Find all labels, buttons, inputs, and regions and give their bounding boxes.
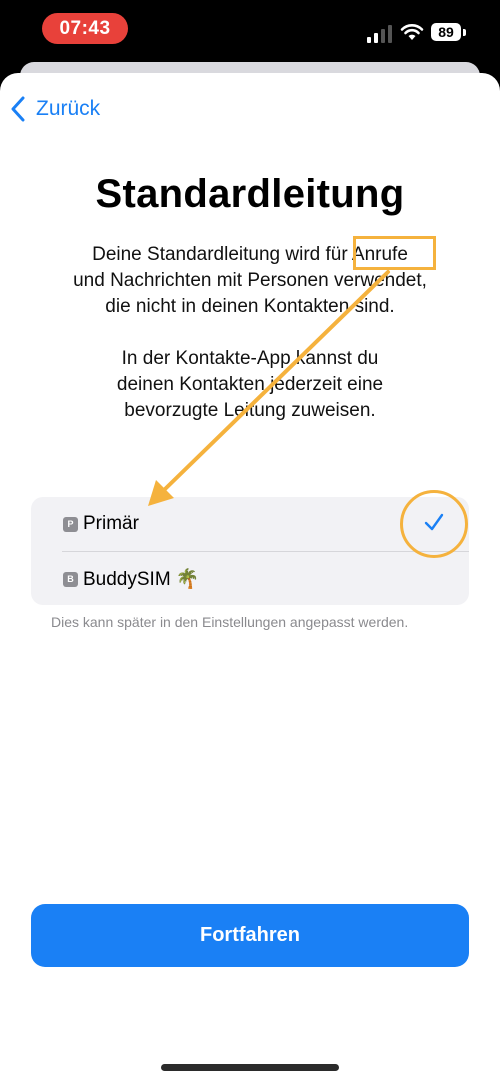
annotation-highlight-circle [400, 490, 468, 558]
footnote-text: Dies kann später in den Einstellungen an… [51, 614, 409, 630]
chevron-left-icon [11, 96, 25, 122]
back-button-label: Zurück [36, 97, 101, 120]
sim-badge-icon: P [63, 516, 78, 532]
line-option-label: BuddySIM 🌴 [83, 569, 200, 590]
description-line: In der Kontakte-App kannst du [121, 348, 379, 369]
line-option-label: Primär [83, 513, 139, 534]
annotation-highlight-box [353, 236, 436, 270]
description-line: bevorzugte Leitung zuweisen. [124, 400, 376, 421]
home-indicator [161, 1064, 339, 1071]
continue-button[interactable]: Fortfahren [31, 904, 469, 967]
wifi-icon [400, 24, 424, 40]
status-bar: 07:43 89 [0, 0, 500, 62]
back-button[interactable]: Zurück [10, 96, 100, 122]
description-paragraph-2: In der Kontakte-App kannst du deinen Kon… [0, 346, 500, 424]
description-line: und Nachrichten mit Personen verwendet, [73, 270, 427, 291]
description-line: deinen Kontakten jederzeit eine [116, 374, 384, 395]
battery-indicator: 89 [431, 23, 461, 41]
page-title: Standardleitung [95, 172, 405, 216]
description-line: die nicht in deinen Kontakten sind. [105, 296, 395, 317]
cellular-signal-icon [367, 25, 392, 43]
line-option-buddysim[interactable]: B BuddySIM 🌴 [31, 552, 469, 606]
battery-tip [463, 29, 466, 36]
status-time: 07:43 [42, 13, 128, 44]
sim-badge-icon: B [63, 571, 78, 587]
